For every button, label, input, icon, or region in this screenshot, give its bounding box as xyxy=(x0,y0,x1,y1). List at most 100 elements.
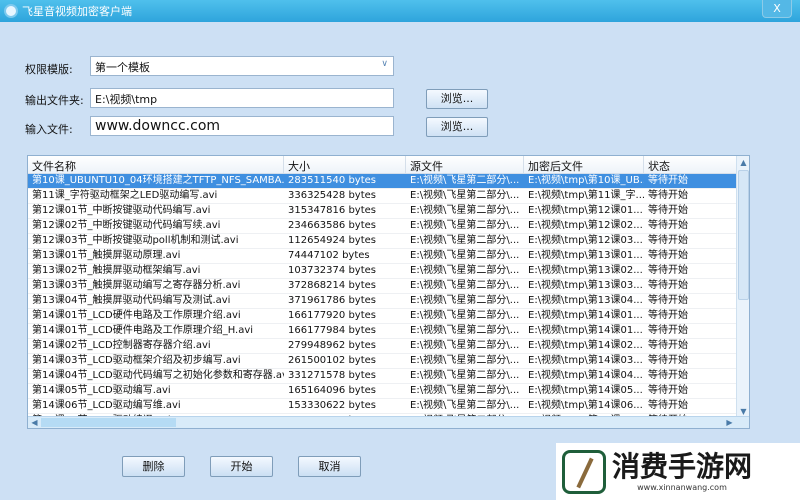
title-bar: 飞星音视频加密客户端 X xyxy=(0,0,800,22)
cell-source-file: E:\视频\飞星第二部分\... xyxy=(410,325,520,336)
cell-encrypted-file: E:\视频\tmp\第10课_UB... xyxy=(528,175,644,186)
template-label: 权限模版: xyxy=(25,63,73,76)
cell-file-name: 第14课01节_LCD硬件电路及工作原理介绍.avi xyxy=(32,310,241,321)
table-row[interactable]: 第13课01节_触摸屏驱动原理.avi 74447102 bytes E:\视频\飞… xyxy=(28,249,749,264)
cell-file-size: 103732374 bytes xyxy=(288,265,376,276)
cell-file-name: 第14课02节_LCD控制器寄存器介绍.avi xyxy=(32,340,211,351)
cell-encrypted-file: E:\视频\tmp\第14课01... xyxy=(528,325,643,336)
cell-file-size: 166177920 bytes xyxy=(288,310,376,321)
cell-file-name: 第12课01节_中断按键驱动代码编写.avi xyxy=(32,205,211,216)
table-row[interactable]: 第14课04节_LCD驱动代码编写之初始化参数和寄存器.avi 331271578… xyxy=(28,369,749,384)
cancel-button[interactable]: 取消 xyxy=(298,456,361,477)
table-row[interactable]: 第11课_字符驱动框架之LED驱动编写.avi 336325428 bytes E:… xyxy=(28,189,749,204)
cell-source-file: E:\视频\飞星第二部分\... xyxy=(410,295,520,306)
table-row[interactable]: 第13课03节_触摸屏驱动编写之寄存器分析.avi 372868214 bytes… xyxy=(28,279,749,294)
table-row[interactable]: 第14课03节_LCD驱动框架介绍及初步编写.avi 261500102 byte… xyxy=(28,354,749,369)
cell-status: 等待开始 xyxy=(648,310,688,321)
cell-source-file: E:\视频\飞星第二部分\... xyxy=(410,400,520,411)
table-row[interactable]: 第12课02节_中断按键驱动代码编写续.avi 234663586 bytes E:… xyxy=(28,219,749,234)
column-header-name[interactable]: 文件名称 xyxy=(28,156,284,173)
table-row[interactable]: 第10课_UBUNTU10_04环境搭建之TFTP_NFS_SAMBA.avi 2… xyxy=(28,174,749,189)
table-row[interactable]: 第14课01节_LCD硬件电路及工作原理介绍.avi 166177920 byte… xyxy=(28,309,749,324)
cell-status: 等待开始 xyxy=(648,295,688,306)
cell-file-size: 261500102 bytes xyxy=(288,355,376,366)
watermark-logo-icon xyxy=(562,449,606,494)
scroll-thumb[interactable] xyxy=(738,170,749,300)
chevron-down-icon[interactable]: ∨ xyxy=(381,59,388,69)
cell-status: 等待开始 xyxy=(648,205,688,216)
horizontal-scrollbar[interactable]: ◀ ▶ xyxy=(28,416,749,428)
cell-status: 等待开始 xyxy=(648,190,688,201)
cell-file-size: 74447102 bytes xyxy=(288,250,370,261)
cell-status: 等待开始 xyxy=(648,280,688,291)
cell-source-file: E:\视频\飞星第二部分\... xyxy=(410,385,520,396)
cell-status: 等待开始 xyxy=(648,325,688,336)
scroll-right-icon[interactable]: ▶ xyxy=(723,416,736,428)
cell-file-size: 371961786 bytes xyxy=(288,295,376,306)
output-folder-input[interactable]: E:\视频\tmp xyxy=(90,88,394,108)
output-folder-label: 输出文件夹: xyxy=(25,94,84,107)
cell-source-file: E:\视频\飞星第二部分\... xyxy=(410,235,520,246)
close-button[interactable]: X xyxy=(762,0,792,18)
cell-file-name: 第10课_UBUNTU10_04环境搭建之TFTP_NFS_SAMBA.avi xyxy=(32,175,284,186)
cell-source-file: E:\视频\飞星第二部分\... xyxy=(410,310,520,321)
cell-file-name: 第13课04节_触摸屏驱动代码编写及测试.avi xyxy=(32,295,231,306)
cell-status: 等待开始 xyxy=(648,235,688,246)
delete-button[interactable]: 删除 xyxy=(122,456,185,477)
horizontal-scroll-thumb[interactable] xyxy=(41,418,176,427)
window-title: 飞星音视频加密客户端 xyxy=(22,5,132,18)
table-row[interactable]: 第12课01节_中断按键驱动代码编写.avi 315347816 bytes E:\… xyxy=(28,204,749,219)
table-row[interactable]: 第14课02节_LCD控制器寄存器介绍.avi 279948962 bytes E:… xyxy=(28,339,749,354)
cell-encrypted-file: E:\视频\tmp\第14课04... xyxy=(528,370,643,381)
scroll-left-icon[interactable]: ◀ xyxy=(28,416,41,428)
scroll-up-icon[interactable]: ▲ xyxy=(737,156,749,169)
column-header-source[interactable]: 源文件 xyxy=(406,156,524,173)
cell-file-size: 153330622 bytes xyxy=(288,400,376,411)
table-row[interactable]: 第12课03节_中断按键驱动poll机制和测试.avi 112654924 byt… xyxy=(28,234,749,249)
cell-source-file: E:\视频\飞星第二部分\... xyxy=(410,355,520,366)
table-row[interactable]: 第13课02节_触摸屏驱动框架编写.avi 103732374 bytes E:\视… xyxy=(28,264,749,279)
input-file-label: 输入文件: xyxy=(25,123,73,136)
cell-file-size: 166177984 bytes xyxy=(288,325,376,336)
column-header-size[interactable]: 大小 xyxy=(284,156,406,173)
cell-file-name: 第12课02节_中断按键驱动代码编写续.avi xyxy=(32,220,221,231)
cell-file-size: 165164096 bytes xyxy=(288,385,376,396)
start-button[interactable]: 开始 xyxy=(210,456,273,477)
cell-status: 等待开始 xyxy=(648,385,688,396)
cell-source-file: E:\视频\飞星第二部分\... xyxy=(410,205,520,216)
template-select[interactable]: 第一个模板 ∨ xyxy=(90,56,394,76)
cell-file-name: 第14课05节_LCD驱动编写.avi xyxy=(32,385,171,396)
cell-file-size: 279948962 bytes xyxy=(288,340,376,351)
cell-file-name: 第14课03节_LCD驱动框架介绍及初步编写.avi xyxy=(32,355,241,366)
cell-file-name: 第14课06节_LCD驱动编写维.avi xyxy=(32,400,181,411)
table-body: 第10课_UBUNTU10_04环境搭建之TFTP_NFS_SAMBA.avi 2… xyxy=(28,174,749,428)
cell-status: 等待开始 xyxy=(648,370,688,381)
table-header: 文件名称 大小 源文件 加密后文件 状态 xyxy=(28,156,749,174)
browse-output-button[interactable]: 浏览... xyxy=(426,89,488,109)
cell-encrypted-file: E:\视频\tmp\第14课05... xyxy=(528,385,643,396)
input-file-input[interactable]: www.downcc.com xyxy=(90,116,394,136)
cell-file-name: 第11课_字符驱动框架之LED驱动编写.avi xyxy=(32,190,218,201)
column-header-status[interactable]: 状态 xyxy=(644,156,738,173)
cell-encrypted-file: E:\视频\tmp\第14课06... xyxy=(528,400,643,411)
file-table: 文件名称 大小 源文件 加密后文件 状态 第10课_UBUNTU10_04环境搭… xyxy=(27,155,750,429)
cell-status: 等待开始 xyxy=(648,175,688,186)
cell-status: 等待开始 xyxy=(648,265,688,276)
cell-encrypted-file: E:\视频\tmp\第13课04... xyxy=(528,295,643,306)
cell-status: 等待开始 xyxy=(648,355,688,366)
app-logo-icon xyxy=(4,4,18,18)
vertical-scrollbar[interactable]: ▲ ▼ xyxy=(736,156,749,418)
cell-encrypted-file: E:\视频\tmp\第12课03... xyxy=(528,235,643,246)
column-header-encrypted[interactable]: 加密后文件 xyxy=(524,156,644,173)
cell-file-size: 234663586 bytes xyxy=(288,220,376,231)
watermark: 消费手游网 www.xinnanwang.com xyxy=(556,443,800,500)
table-row[interactable]: 第14课06节_LCD驱动编写维.avi 153330622 bytes E:\视频… xyxy=(28,399,749,414)
cell-source-file: E:\视频\飞星第二部分\... xyxy=(410,250,520,261)
cell-source-file: E:\视频\飞星第二部分\... xyxy=(410,280,520,291)
table-row[interactable]: 第13课04节_触摸屏驱动代码编写及测试.avi 371961786 bytes E… xyxy=(28,294,749,309)
cell-encrypted-file: E:\视频\tmp\第13课02... xyxy=(528,265,643,276)
browse-input-button[interactable]: 浏览... xyxy=(426,117,488,137)
cell-encrypted-file: E:\视频\tmp\第13课03... xyxy=(528,280,643,291)
table-row[interactable]: 第14课05节_LCD驱动编写.avi 165164096 bytes E:\视频\… xyxy=(28,384,749,399)
table-row[interactable]: 第14课01节_LCD硬件电路及工作原理介绍_H.avi 166177984 by… xyxy=(28,324,749,339)
